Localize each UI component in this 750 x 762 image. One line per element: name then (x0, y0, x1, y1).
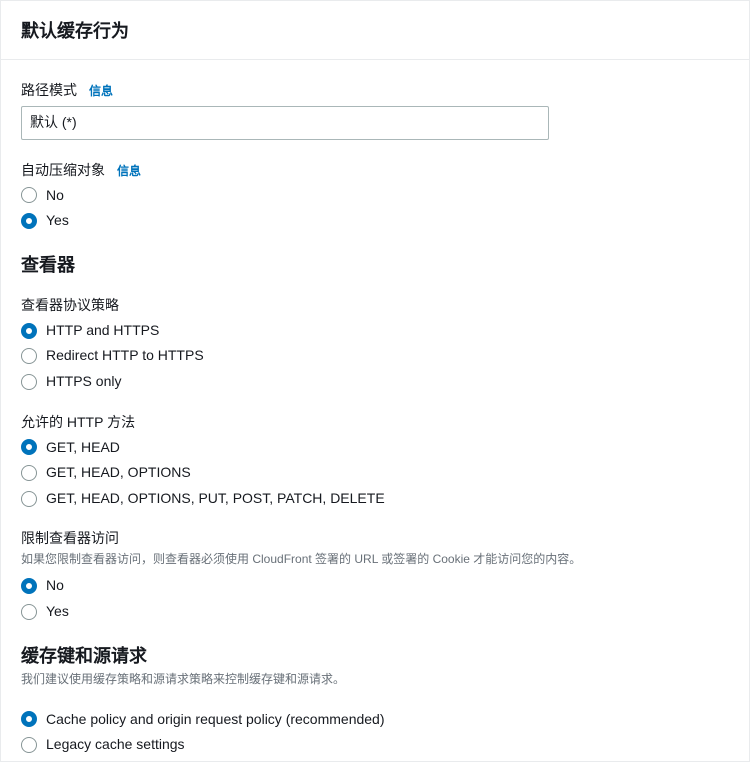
radio-icon (21, 348, 37, 364)
cacheSection-option-cache-policy-and-origin-request-policy-r[interactable]: Cache policy and origin request policy (… (21, 710, 729, 730)
radio-label: HTTPS only (46, 372, 121, 392)
field-label-row: 查看器协议策略 (21, 295, 729, 315)
viewerProtocol-option-https-only[interactable]: HTTPS only (21, 372, 729, 392)
radio-label: Redirect HTTP to HTTPS (46, 346, 204, 366)
restrict-viewer-label: 限制查看器访问 (21, 528, 119, 548)
compress-radio-group: No Yes (21, 186, 729, 231)
radio-icon (21, 439, 37, 455)
path-pattern-field: 路径模式 信息 (21, 80, 729, 140)
radio-label: No (46, 186, 64, 206)
field-label-row: 路径模式 信息 (21, 80, 729, 100)
http-methods-radio-group: GET, HEAD GET, HEAD, OPTIONS GET, HEAD, OP… (21, 438, 729, 509)
restrictViewer-option-yes[interactable]: Yes (21, 602, 729, 622)
restrict-viewer-help: 如果您限制查看器访问，则查看器必须使用 CloudFront 签署的 URL 或… (21, 550, 729, 568)
cache-section-radio-group: Cache policy and origin request policy (… (21, 710, 729, 755)
radio-label: GET, HEAD, OPTIONS (46, 463, 191, 483)
viewerProtocol-option-http-and-https[interactable]: HTTP and HTTPS (21, 321, 729, 341)
viewer-protocol-radio-group: HTTP and HTTPS Redirect HTTP to HTTPS HTTP… (21, 321, 729, 392)
cache-section-help: 我们建议使用缓存策略和源请求策略来控制缓存键和源请求。 (21, 670, 729, 688)
radio-icon (21, 604, 37, 620)
field-label-row: 限制查看器访问 (21, 528, 729, 548)
panel-title: 默认缓存行为 (21, 17, 729, 43)
compress-label: 自动压缩对象 (21, 160, 105, 180)
restrictViewer-option-no[interactable]: No (21, 576, 729, 596)
restrict-viewer-field: 限制查看器访问 如果您限制查看器访问，则查看器必须使用 CloudFront 签… (21, 528, 729, 621)
radio-icon (21, 491, 37, 507)
httpMethods-option-get-head-options[interactable]: GET, HEAD, OPTIONS (21, 463, 729, 483)
httpMethods-option-get-head[interactable]: GET, HEAD (21, 438, 729, 458)
radio-label: Cache policy and origin request policy (… (46, 710, 385, 730)
cache-section-heading: 缓存键和源请求 (21, 642, 729, 668)
panel-body: 路径模式 信息 自动压缩对象 信息 No Yes 查看器 查看器协议策略 HTTP… (1, 60, 749, 761)
http-methods-label: 允许的 HTTP 方法 (21, 412, 135, 432)
default-cache-behavior-panel: 默认缓存行为 路径模式 信息 自动压缩对象 信息 No Yes 查看器 查看器协议… (0, 0, 750, 762)
radio-label: Yes (46, 602, 69, 622)
path-pattern-label: 路径模式 (21, 80, 77, 100)
radio-label: Yes (46, 211, 69, 231)
radio-icon (21, 323, 37, 339)
radio-icon (21, 465, 37, 481)
httpMethods-option-get-head-options-put-post-patch-delete[interactable]: GET, HEAD, OPTIONS, PUT, POST, PATCH, DE… (21, 489, 729, 509)
radio-icon (21, 374, 37, 390)
panel-header: 默认缓存行为 (1, 1, 749, 60)
radio-label: No (46, 576, 64, 596)
compress-option-yes[interactable]: Yes (21, 211, 729, 231)
viewer-protocol-label: 查看器协议策略 (21, 295, 119, 315)
radio-label: HTTP and HTTPS (46, 321, 159, 341)
restrict-viewer-radio-group: No Yes (21, 576, 729, 621)
viewer-protocol-field: 查看器协议策略 HTTP and HTTPS Redirect HTTP to H… (21, 295, 729, 392)
field-label-row: 自动压缩对象 信息 (21, 160, 729, 180)
radio-label: Legacy cache settings (46, 735, 185, 755)
compress-option-no[interactable]: No (21, 186, 729, 206)
viewer-heading: 查看器 (21, 251, 729, 277)
radio-icon (21, 578, 37, 594)
path-pattern-input[interactable] (21, 106, 549, 140)
radio-icon (21, 213, 37, 229)
compress-field: 自动压缩对象 信息 No Yes (21, 160, 729, 231)
compress-info-link[interactable]: 信息 (117, 162, 141, 179)
radio-label: GET, HEAD, OPTIONS, PUT, POST, PATCH, DE… (46, 489, 385, 509)
path-pattern-info-link[interactable]: 信息 (89, 82, 113, 99)
viewerProtocol-option-redirect-http-to-https[interactable]: Redirect HTTP to HTTPS (21, 346, 729, 366)
radio-icon (21, 737, 37, 753)
radio-label: GET, HEAD (46, 438, 120, 458)
http-methods-field: 允许的 HTTP 方法 GET, HEADGET, HEAD, OPTIONSG… (21, 412, 729, 509)
field-label-row: 允许的 HTTP 方法 (21, 412, 729, 432)
cacheSection-option-legacy-cache-settings[interactable]: Legacy cache settings (21, 735, 729, 755)
radio-icon (21, 187, 37, 203)
